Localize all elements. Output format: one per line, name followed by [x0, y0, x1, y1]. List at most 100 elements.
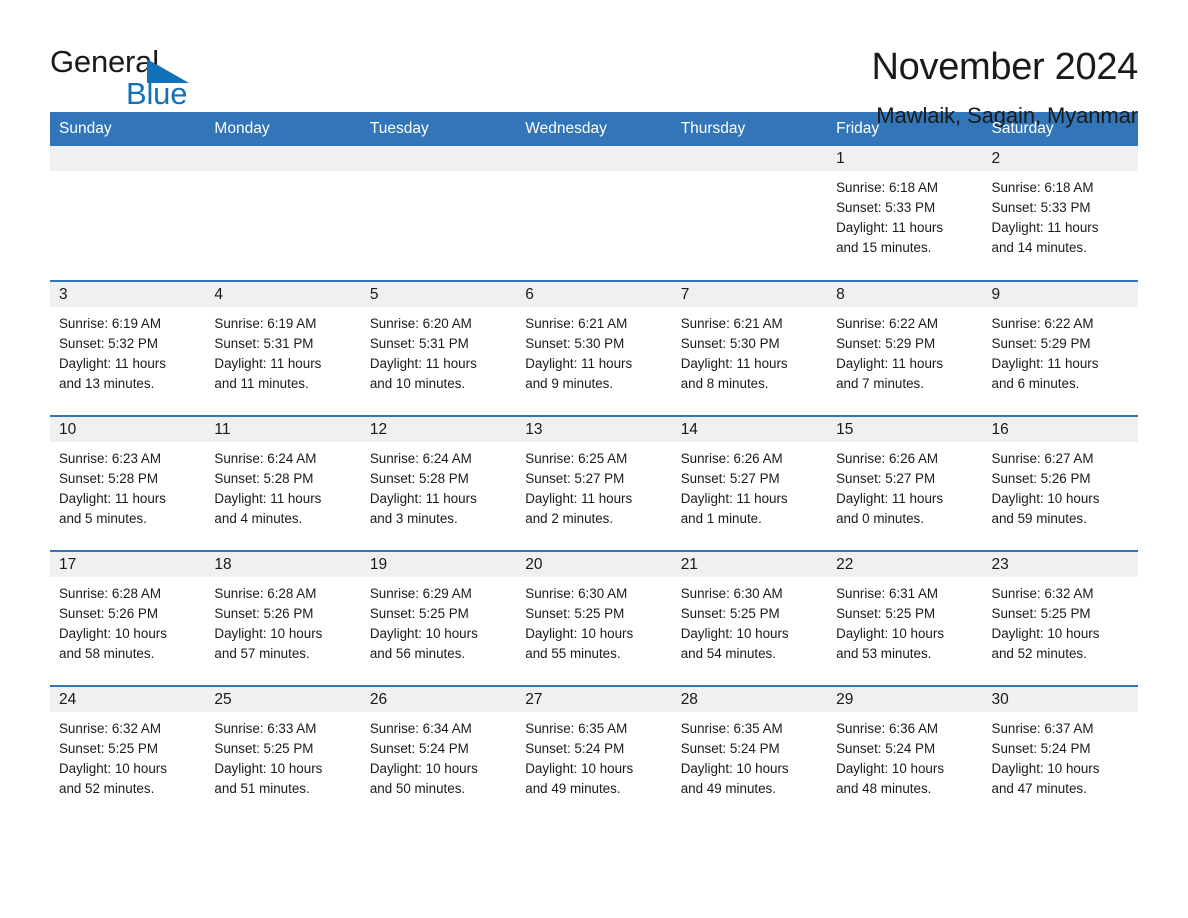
day-number: 2: [982, 146, 1138, 171]
day-details: Sunrise: 6:32 AM Sunset: 5:25 PM Daylight:…: [983, 577, 1138, 664]
day-number: 15: [827, 417, 983, 442]
calendar-day-cell[interactable]: 7 Sunrise: 6:21 AM Sunset: 5:30 PM Daylight…: [671, 280, 828, 416]
calendar-day-cell[interactable]: 19 Sunrise: 6:29 AM Sunset: 5:25 PM Dayligh…: [360, 550, 517, 686]
calendar-day-cell[interactable]: 3 Sunrise: 6:19 AM Sunset: 5:32 PM Daylight…: [50, 280, 206, 416]
daylight-text-line1: Daylight: 11 hours: [836, 220, 944, 235]
daylight-text-line1: Daylight: 10 hours: [991, 626, 1100, 641]
calendar-day-cell[interactable]: 5 Sunrise: 6:20 AM Sunset: 5:31 PM Daylight…: [360, 280, 517, 416]
sunset-text: Sunset: 5:30 PM: [680, 336, 780, 351]
day-details: Sunrise: 6:26 AM Sunset: 5:27 PM Daylight:…: [827, 442, 982, 529]
calendar-day-cell[interactable]: 18 Sunrise: 6:28 AM Sunset: 5:26 PM Dayligh…: [205, 550, 361, 686]
daylight-text-line2: and 0 minutes.: [836, 511, 924, 526]
sunrise-text: Sunrise: 6:36 AM: [836, 721, 939, 736]
calendar-day-cell[interactable]: 4 Sunrise: 6:19 AM Sunset: 5:31 PM Daylight…: [205, 280, 361, 416]
sunset-text: Sunset: 5:27 PM: [836, 471, 936, 486]
calendar-day-cell[interactable]: 6 Sunrise: 6:21 AM Sunset: 5:30 PM Daylight…: [516, 280, 672, 416]
sunset-text: Sunset: 5:25 PM: [214, 741, 314, 756]
calendar-day-cell[interactable]: 21 Sunrise: 6:30 AM Sunset: 5:25 PM Dayligh…: [671, 550, 828, 686]
day-number: 10: [50, 417, 206, 442]
daylight-text-line2: and 52 minutes.: [991, 646, 1087, 661]
daylight-text-line1: Daylight: 11 hours: [991, 220, 1099, 235]
calendar-day-cell[interactable]: 16 Sunrise: 6:27 AM Sunset: 5:26 PM Dayligh…: [982, 415, 1138, 551]
calendar-day-cell[interactable]: 17 Sunrise: 6:28 AM Sunset: 5:26 PM Dayligh…: [50, 550, 206, 686]
sunset-text: Sunset: 5:31 PM: [214, 336, 314, 351]
day-number: [205, 146, 361, 171]
daylight-text-line1: Daylight: 11 hours: [214, 356, 322, 371]
sunrise-text: Sunrise: 6:28 AM: [59, 586, 161, 601]
daylight-text-line2: and 51 minutes.: [214, 781, 310, 796]
sunset-text: Sunset: 5:26 PM: [991, 471, 1091, 486]
calendar-day-cell[interactable]: 11 Sunrise: 6:24 AM Sunset: 5:28 PM Dayligh…: [205, 415, 361, 551]
sunset-text: Sunset: 5:31 PM: [369, 336, 469, 351]
calendar-day-cell[interactable]: 1 Sunrise: 6:18 AM Sunset: 5:33 PM Daylight…: [827, 146, 983, 281]
sunset-text: Sunset: 5:26 PM: [59, 606, 158, 621]
daylight-text-line1: Daylight: 10 hours: [525, 626, 634, 641]
sunset-text: Sunset: 5:25 PM: [369, 606, 469, 621]
sunrise-text: Sunrise: 6:23 AM: [59, 451, 161, 466]
day-details: Sunrise: 6:22 AM Sunset: 5:29 PM Daylight:…: [827, 307, 982, 394]
calendar-day-cell[interactable]: 15 Sunrise: 6:26 AM Sunset: 5:27 PM Dayligh…: [827, 415, 983, 551]
day-number: 22: [827, 552, 983, 577]
sunrise-text: Sunrise: 6:32 AM: [59, 721, 161, 736]
sunrise-text: Sunrise: 6:26 AM: [836, 451, 939, 466]
calendar-day-cell[interactable]: 23 Sunrise: 6:32 AM Sunset: 5:25 PM Dayligh…: [982, 550, 1138, 686]
calendar-day-cell[interactable]: 22 Sunrise: 6:31 AM Sunset: 5:25 PM Dayligh…: [827, 550, 983, 686]
day-number: [50, 146, 206, 171]
daylight-text-line2: and 4 minutes.: [214, 511, 303, 526]
daylight-text-line1: Daylight: 10 hours: [214, 626, 323, 641]
calendar-day-cell[interactable]: 8 Sunrise: 6:22 AM Sunset: 5:29 PM Daylight…: [827, 280, 983, 416]
daylight-text-line2: and 47 minutes.: [991, 781, 1087, 796]
calendar-day-cell[interactable]: 10 Sunrise: 6:23 AM Sunset: 5:28 PM Dayligh…: [50, 415, 206, 551]
daylight-text-line1: Daylight: 10 hours: [836, 626, 945, 641]
day-number: 16: [982, 417, 1138, 442]
sunset-text: Sunset: 5:24 PM: [369, 741, 469, 756]
calendar-day-cell[interactable]: 29 Sunrise: 6:36 AM Sunset: 5:24 PM Dayligh…: [827, 685, 983, 821]
day-details: Sunrise: 6:25 AM Sunset: 5:27 PM Daylight:…: [516, 442, 671, 529]
sunset-text: Sunset: 5:27 PM: [525, 471, 625, 486]
calendar-day-cell[interactable]: 13 Sunrise: 6:25 AM Sunset: 5:27 PM Dayligh…: [516, 415, 672, 551]
calendar-day-cell[interactable]: 26 Sunrise: 6:34 AM Sunset: 5:24 PM Dayligh…: [360, 685, 517, 821]
day-details: Sunrise: 6:21 AM Sunset: 5:30 PM Daylight:…: [516, 307, 671, 394]
sunrise-text: Sunrise: 6:21 AM: [525, 316, 628, 331]
daylight-text-line1: Daylight: 11 hours: [525, 491, 633, 506]
sunrise-text: Sunrise: 6:29 AM: [369, 586, 472, 601]
daylight-text-line1: Daylight: 10 hours: [369, 626, 478, 641]
calendar-day-cell[interactable]: 12 Sunrise: 6:24 AM Sunset: 5:28 PM Dayligh…: [360, 415, 517, 551]
sunset-text: Sunset: 5:28 PM: [59, 471, 158, 486]
calendar-day-cell[interactable]: 30 Sunrise: 6:37 AM Sunset: 5:24 PM Dayligh…: [982, 685, 1138, 821]
weekday-header-thursday: Thursday: [671, 112, 828, 146]
calendar-day-cell[interactable]: 27 Sunrise: 6:35 AM Sunset: 5:24 PM Dayligh…: [516, 685, 672, 821]
calendar-day-cell[interactable]: 14 Sunrise: 6:26 AM Sunset: 5:27 PM Dayligh…: [671, 415, 828, 551]
daylight-text-line2: and 49 minutes.: [680, 781, 776, 796]
sunrise-text: Sunrise: 6:34 AM: [369, 721, 472, 736]
sunrise-text: Sunrise: 6:24 AM: [214, 451, 317, 466]
daylight-text-line2: and 58 minutes.: [59, 646, 155, 661]
calendar-day-cell[interactable]: 24 Sunrise: 6:32 AM Sunset: 5:25 PM Dayligh…: [50, 685, 206, 821]
daylight-text-line1: Daylight: 11 hours: [836, 491, 944, 506]
calendar-day-cell[interactable]: 2 Sunrise: 6:18 AM Sunset: 5:33 PM Daylight…: [982, 146, 1138, 281]
calendar-day-cell[interactable]: 25 Sunrise: 6:33 AM Sunset: 5:25 PM Dayligh…: [205, 685, 361, 821]
calendar-week-row: 24 Sunrise: 6:32 AM Sunset: 5:25 PM Dayligh…: [50, 685, 1138, 821]
sunset-text: Sunset: 5:33 PM: [991, 200, 1091, 215]
sunset-text: Sunset: 5:28 PM: [214, 471, 314, 486]
calendar-grid: Sunday Monday Tuesday Wednesday Thursday…: [50, 112, 1138, 821]
sunset-text: Sunset: 5:25 PM: [59, 741, 158, 756]
daylight-text-line2: and 9 minutes.: [525, 376, 614, 391]
sunset-text: Sunset: 5:30 PM: [525, 336, 625, 351]
page-header: General Blue November 2024 Mawlaik, Saga…: [50, 0, 1138, 128]
brand-logo[interactable]: General Blue: [50, 46, 200, 116]
calendar-day-cell[interactable]: 28 Sunrise: 6:35 AM Sunset: 5:24 PM Dayligh…: [671, 685, 828, 821]
day-number: 6: [516, 282, 672, 307]
day-number: 4: [205, 282, 361, 307]
day-details: Sunrise: 6:21 AM Sunset: 5:30 PM Daylight:…: [672, 307, 827, 394]
calendar-day-cell[interactable]: 9 Sunrise: 6:22 AM Sunset: 5:29 PM Daylight…: [982, 280, 1138, 416]
sunset-text: Sunset: 5:24 PM: [991, 741, 1091, 756]
daylight-text-line1: Daylight: 11 hours: [59, 491, 166, 506]
sunrise-text: Sunrise: 6:37 AM: [991, 721, 1094, 736]
calendar-day-cell[interactable]: 20 Sunrise: 6:30 AM Sunset: 5:25 PM Dayligh…: [516, 550, 672, 686]
daylight-text-line1: Daylight: 10 hours: [59, 761, 167, 776]
sunrise-text: Sunrise: 6:33 AM: [214, 721, 317, 736]
daylight-text-line1: Daylight: 11 hours: [525, 356, 633, 371]
sunset-text: Sunset: 5:25 PM: [525, 606, 625, 621]
calendar-week-row: 3 Sunrise: 6:19 AM Sunset: 5:32 PM Daylight…: [50, 280, 1138, 416]
